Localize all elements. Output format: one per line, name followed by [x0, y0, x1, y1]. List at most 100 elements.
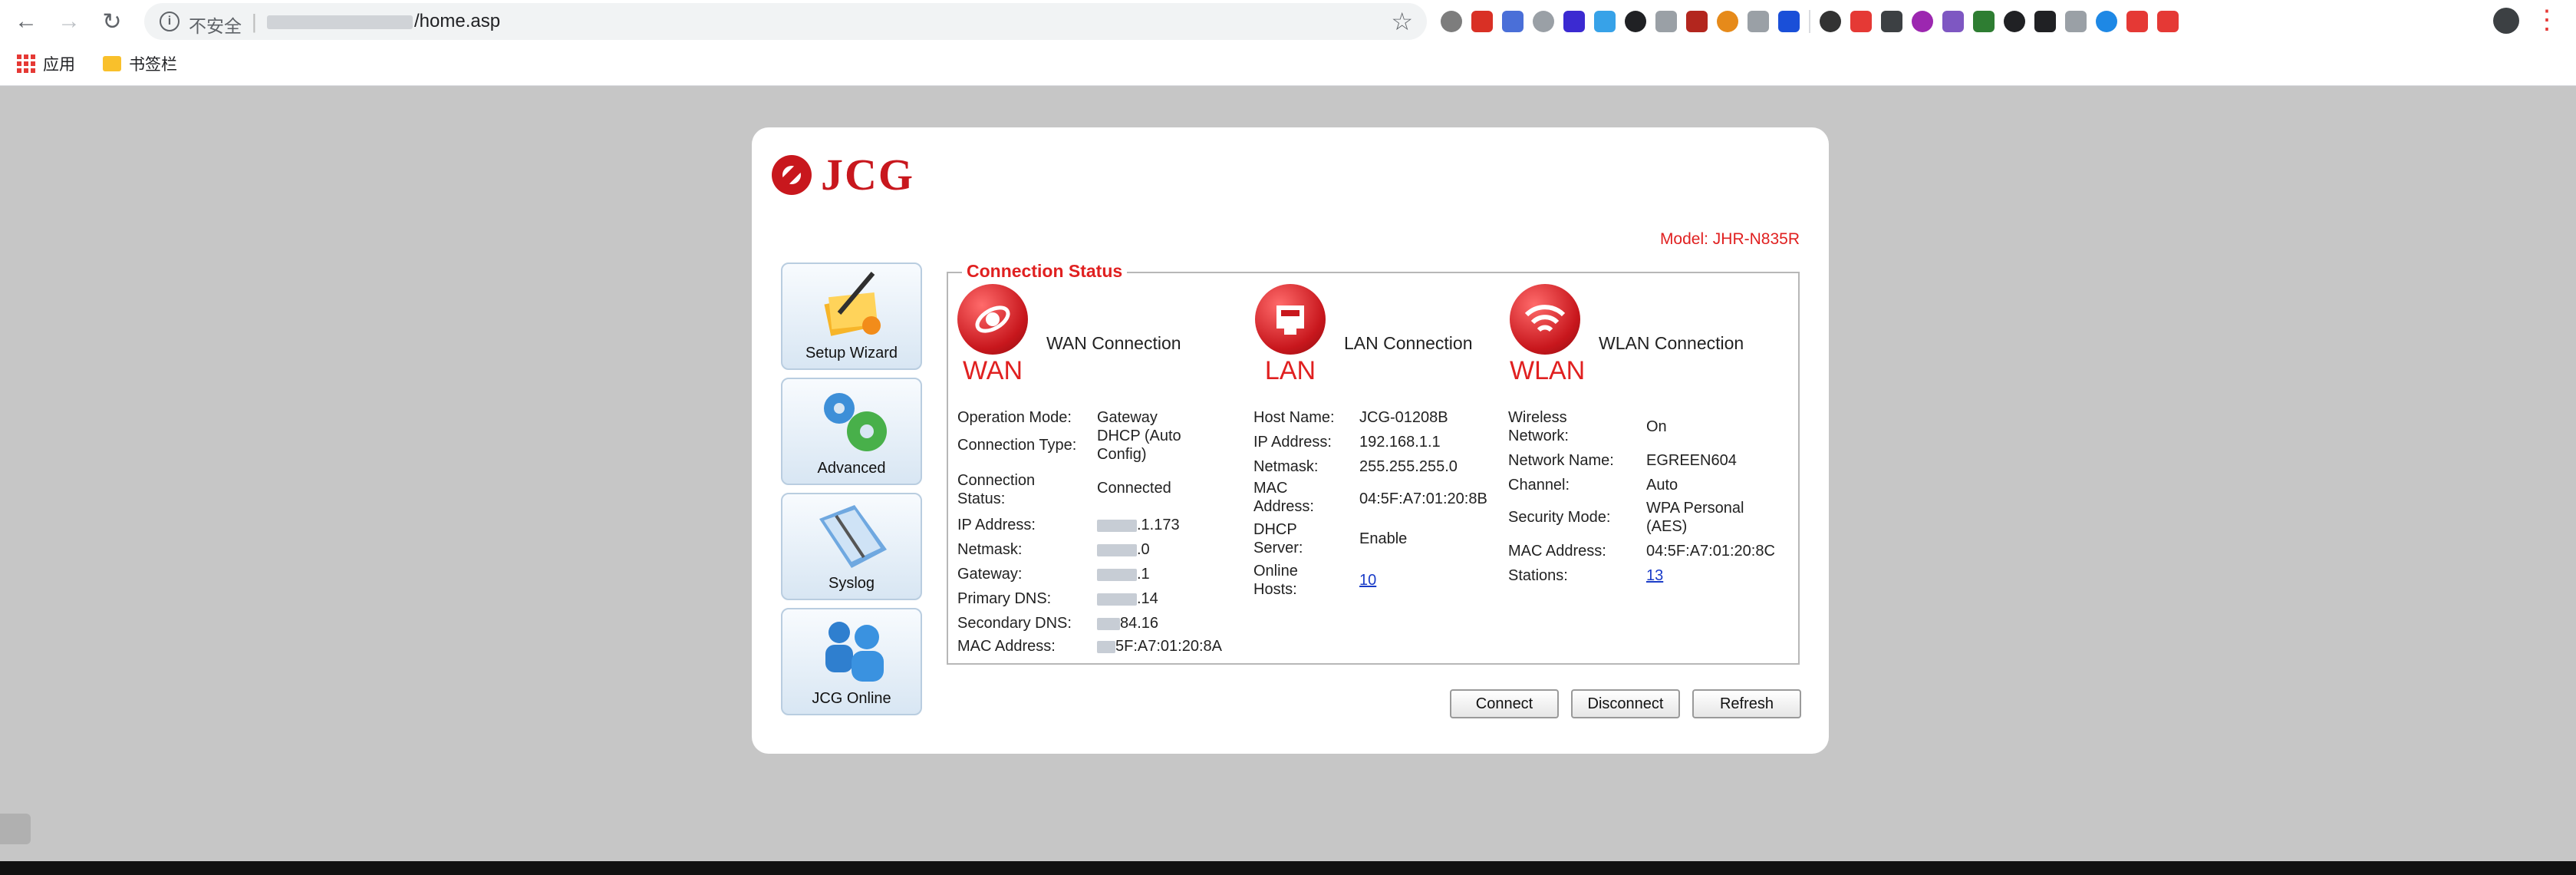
wan-key: Primary DNS:: [957, 590, 1052, 607]
extension-icon[interactable]: [1471, 11, 1493, 32]
wlan-key: MAC Address:: [1508, 543, 1606, 560]
lan-key: Host Name:: [1253, 409, 1335, 426]
extension-icon[interactable]: [1563, 11, 1585, 32]
wan-value-redacted: .1.173: [1097, 516, 1180, 534]
extension-icon[interactable]: [2126, 11, 2148, 32]
extension-icon[interactable]: [1778, 11, 1800, 32]
extension-icon[interactable]: [1441, 11, 1462, 32]
wan-key: Netmask:: [957, 541, 1023, 558]
extension-icon[interactable]: [1686, 11, 1708, 32]
wlan-key: Network Name:: [1508, 452, 1614, 469]
wan-code: WAN: [962, 356, 1023, 385]
connect-button[interactable]: Connect: [1450, 689, 1559, 718]
back-arrow-icon[interactable]: ←: [9, 5, 43, 38]
bottom-bar: [0, 861, 2576, 875]
extension-icon[interactable]: [2157, 11, 2179, 32]
online-hosts-link[interactable]: 10: [1359, 571, 1376, 589]
wlan-code: WLAN: [1510, 356, 1586, 385]
sidebar-label: Advanced: [817, 460, 886, 477]
model-label: Model: JHR-N835R: [1659, 230, 1800, 248]
lan-key: IP Address:: [1253, 434, 1332, 451]
wan-key: IP Address:: [957, 517, 1036, 533]
advanced-button[interactable]: Advanced: [781, 378, 922, 485]
wan-title: WAN Connection: [1046, 333, 1181, 353]
extensions-area: [1441, 7, 2179, 36]
wan-key: Connection Status:: [957, 472, 1036, 507]
lan-code: LAN: [1264, 356, 1316, 385]
wan-value-redacted: 5F:A7:01:20:8A: [1097, 637, 1222, 655]
address-bar[interactable]: i 不安全 | /home.asp ☆: [144, 3, 1427, 40]
wlan-key: Security Mode:: [1508, 509, 1611, 526]
wan-key: Secondary DNS:: [957, 615, 1072, 632]
wlan-title: WLAN Connection: [1599, 333, 1744, 353]
lan-value: 192.168.1.1: [1359, 434, 1441, 451]
refresh-button[interactable]: Refresh: [1692, 689, 1801, 718]
lan-value: 04:5F:A7:01:20:8B: [1359, 490, 1487, 507]
browser-menu-icon[interactable]: ⋮: [2532, 5, 2562, 35]
wan-value-redacted: .14: [1097, 589, 1158, 608]
extension-icon[interactable]: [1912, 11, 1933, 32]
sidebar-label: Setup Wizard: [805, 345, 898, 362]
lan-details: Host Name: JCG-01208B IP Address: 192.16…: [1253, 408, 1507, 608]
reload-icon[interactable]: ↻: [95, 5, 129, 38]
folder-icon: [103, 56, 121, 71]
extension-icon[interactable]: [2065, 11, 2087, 32]
wan-globe-icon: [957, 284, 1028, 355]
extension-icon[interactable]: [1655, 11, 1677, 32]
syslog-button[interactable]: Syslog: [781, 493, 922, 600]
lan-key: MAC Address:: [1253, 480, 1314, 515]
wlan-details: Wireless Network: On Network Name: EGREE…: [1508, 408, 1792, 608]
stations-link[interactable]: 13: [1646, 566, 1663, 585]
sidebar-label: Syslog: [828, 575, 875, 592]
connection-status-title: Connection Status: [962, 261, 1128, 282]
lan-value: JCG-01208B: [1359, 409, 1448, 426]
extension-icon[interactable]: [1973, 11, 1995, 32]
extension-icon[interactable]: [1820, 11, 1841, 32]
toolbar-separator: [1809, 10, 1810, 33]
lan-port-icon: [1255, 284, 1326, 355]
extension-icon[interactable]: [1748, 11, 1769, 32]
connection-status-box: Connection Status WAN WAN Connection LAN…: [947, 261, 1800, 665]
router-panel: JCG Model: JHR-N835R Setup Wizard Advanc…: [752, 127, 1829, 754]
extension-icon[interactable]: [1502, 11, 1524, 32]
bookmark-folder[interactable]: 书签栏: [103, 52, 177, 75]
setup-wizard-button[interactable]: Setup Wizard: [781, 262, 922, 370]
wan-key: Connection Type:: [957, 437, 1077, 454]
wan-value: Gateway: [1097, 409, 1158, 426]
url-text[interactable]: /home.asp: [267, 11, 500, 32]
extension-icon[interactable]: [1942, 11, 1964, 32]
wlan-value: EGREEN604: [1646, 452, 1737, 469]
extension-icon[interactable]: [1881, 11, 1902, 32]
bookmark-star-icon[interactable]: ☆: [1391, 7, 1413, 36]
lan-key: Online Hosts:: [1253, 563, 1298, 598]
lan-value: Enable: [1359, 530, 1408, 547]
setup-wizard-icon: [824, 272, 881, 336]
info-icon[interactable]: i: [160, 12, 180, 31]
wlan-key: Wireless Network:: [1508, 409, 1569, 444]
bookmarks-bar: 应用 书签栏: [0, 43, 2576, 86]
wlan-value: On: [1646, 418, 1667, 435]
extension-icon[interactable]: [1594, 11, 1616, 32]
wan-value-redacted: 84.16: [1097, 614, 1158, 632]
wan-value: Connected: [1097, 480, 1171, 497]
disconnect-button[interactable]: Disconnect: [1571, 689, 1680, 718]
extension-icon[interactable]: [1625, 11, 1646, 32]
forward-arrow-icon[interactable]: →: [52, 5, 86, 38]
lan-key: DHCP Server:: [1253, 521, 1303, 556]
extension-icon[interactable]: [1717, 11, 1738, 32]
corner-tab: [0, 814, 31, 844]
extension-icon[interactable]: [2004, 11, 2025, 32]
extension-icon[interactable]: [1533, 11, 1554, 32]
extension-icon[interactable]: [2034, 11, 2056, 32]
profile-avatar-icon[interactable]: [2493, 8, 2519, 34]
wan-details: Operation Mode: Gateway Connection Type:…: [957, 408, 1249, 655]
bookmark-apps[interactable]: 应用: [17, 52, 75, 75]
wan-key: Gateway:: [957, 566, 1023, 583]
apps-grid-icon: [17, 54, 35, 73]
wlan-key: Stations:: [1508, 567, 1568, 584]
url-separator: |: [252, 10, 257, 33]
jcg-online-button[interactable]: JCG Online: [781, 608, 922, 715]
wan-key: Operation Mode:: [957, 409, 1072, 426]
extension-icon[interactable]: [2096, 11, 2117, 32]
extension-icon[interactable]: [1850, 11, 1872, 32]
